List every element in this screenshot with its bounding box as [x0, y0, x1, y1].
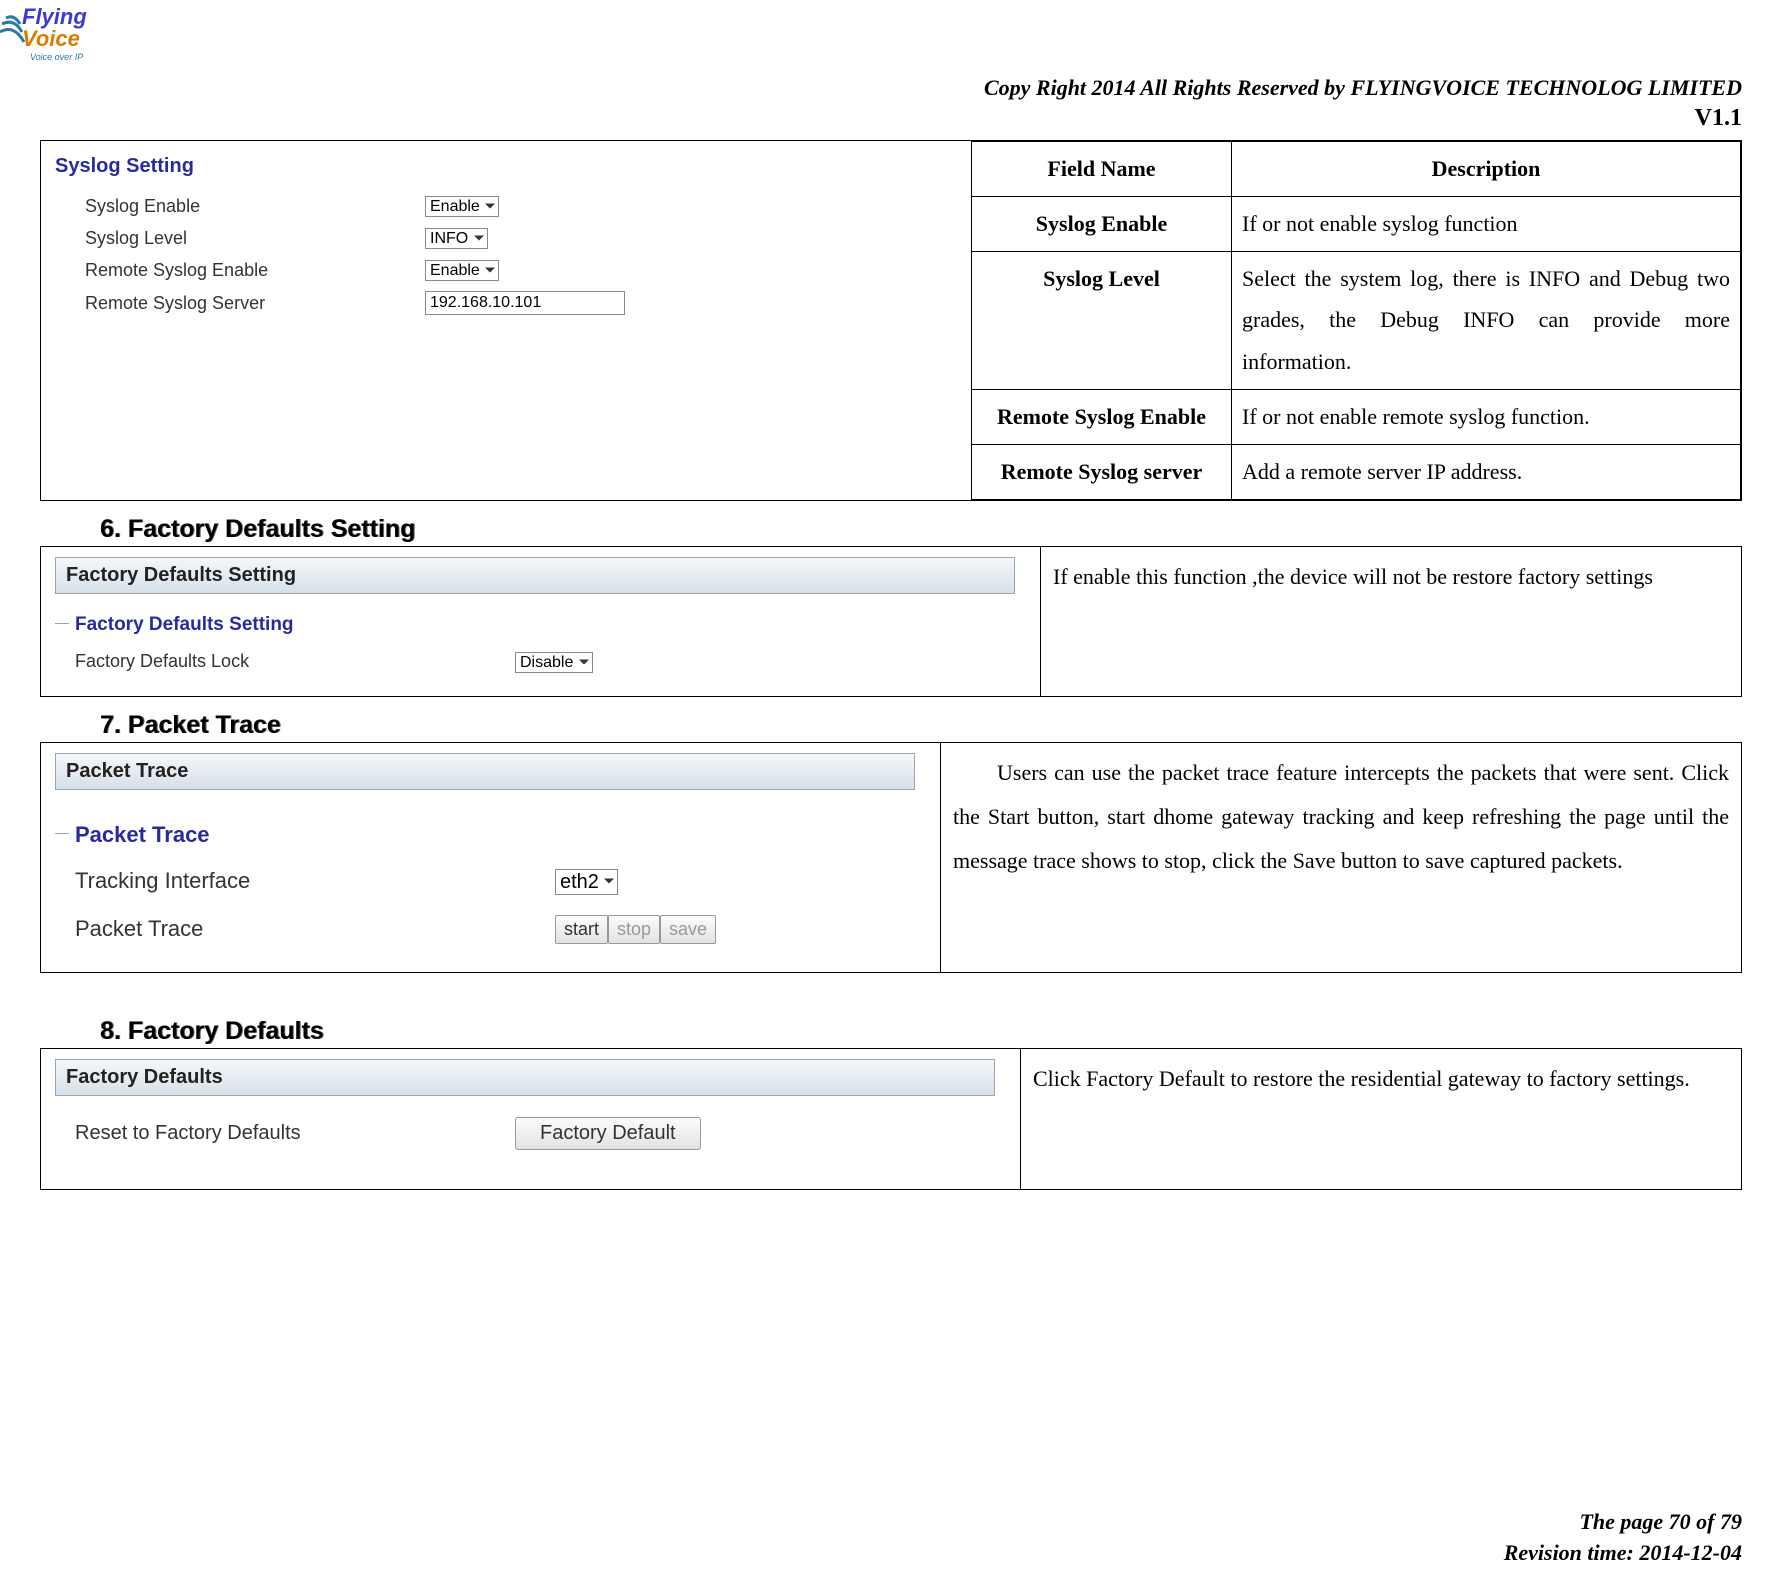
packet-trace-section: Packet Trace — [55, 816, 926, 850]
version-label: V1.1 — [984, 103, 1742, 134]
packet-trace-stop-button[interactable]: stop — [608, 915, 660, 944]
section7-heading: 7. Packet Trace — [100, 711, 1742, 740]
table-row: Syslog Enable If or not enable syslog fu… — [972, 196, 1741, 251]
svg-text:Voice over IP: Voice over IP — [30, 52, 83, 62]
remote-syslog-enable-label: Remote Syslog Enable — [85, 260, 425, 281]
factory-defaults-setting-title: Factory Defaults Setting — [55, 557, 1015, 594]
remote-syslog-server-input[interactable] — [425, 291, 625, 315]
reset-to-factory-label: Reset to Factory Defaults — [75, 1122, 515, 1145]
syslog-level-label: Syslog Level — [85, 228, 425, 249]
section8-heading: 8. Factory Defaults — [100, 1017, 1742, 1046]
section8-desc: Click Factory Default to restore the res… — [1021, 1049, 1741, 1109]
table-header-field: Field Name — [972, 142, 1232, 197]
footer-revision: Revision time: 2014-12-04 — [1504, 1538, 1742, 1569]
syslog-field-table: Field Name Description Syslog Enable If … — [971, 141, 1741, 500]
table-row: Syslog Level Select the system log, ther… — [972, 251, 1741, 389]
remote-syslog-server-label: Remote Syslog Server — [85, 293, 425, 314]
section7-desc: Users can use the packet trace feature i… — [941, 743, 1741, 891]
table-header-desc: Description — [1232, 142, 1741, 197]
flyingvoice-logo: Flying Voice Voice over IP — [0, 0, 120, 75]
copyright-line: Copy Right 2014 All Rights Reserved by F… — [984, 74, 1742, 103]
factory-defaults-setting-section: Factory Defaults Setting — [55, 608, 1026, 638]
remote-syslog-enable-select[interactable]: Enable — [425, 260, 499, 281]
syslog-level-select[interactable]: INFO — [425, 228, 488, 249]
packet-trace-start-button[interactable]: start — [555, 915, 608, 944]
tracking-interface-select[interactable]: eth2 — [555, 869, 618, 895]
tracking-interface-label: Tracking Interface — [75, 868, 555, 894]
factory-defaults-lock-label: Factory Defaults Lock — [75, 651, 515, 672]
factory-defaults-title: Factory Defaults — [55, 1059, 995, 1096]
table-row: Remote Syslog Enable If or not enable re… — [972, 389, 1741, 444]
syslog-panel-title: Syslog Setting — [55, 151, 957, 182]
section6-heading: 6. Factory Defaults Setting — [100, 515, 1742, 544]
packet-trace-title: Packet Trace — [55, 753, 915, 790]
packet-trace-label: Packet Trace — [75, 916, 555, 942]
packet-trace-save-button[interactable]: save — [660, 915, 716, 944]
section6-desc: If enable this function ,the device will… — [1041, 547, 1741, 607]
footer-page: The page 70 of 79 — [1504, 1507, 1742, 1538]
syslog-enable-select[interactable]: Enable — [425, 196, 499, 217]
syslog-enable-label: Syslog Enable — [85, 196, 425, 217]
svg-text:Voice: Voice — [22, 26, 80, 51]
factory-default-button[interactable]: Factory Default — [515, 1117, 701, 1150]
table-row: Remote Syslog server Add a remote server… — [972, 444, 1741, 499]
factory-defaults-lock-select[interactable]: Disable — [515, 652, 593, 673]
